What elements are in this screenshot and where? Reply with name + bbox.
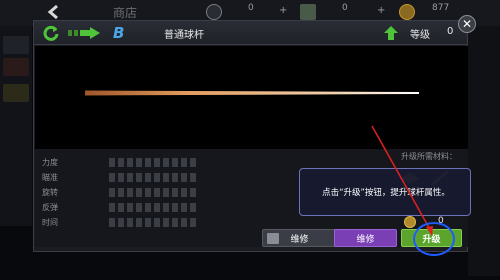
materials-label: 升级所需材料： [401,152,457,161]
background-tab [3,58,29,76]
stat-row-time: 时间 [35,216,335,230]
cue-upgrade-dialog: B 普通球杆 等级 0 力度 瞄准 旋转 反弹 时间 升级所需材料： [33,20,468,252]
back-arrow-icon[interactable] [46,4,62,20]
background-side-panel [0,26,32,226]
level-label: 等级 [410,30,430,41]
add-cash-button[interactable]: + [377,5,385,16]
coupon-count: 0 [248,3,254,13]
stat-row-bounce: 反弹 [35,201,335,215]
background-side-panel-right [468,26,500,276]
cash-icon [300,4,316,20]
stat-label: 力度 [42,158,58,167]
level-value: 0 [447,26,454,37]
repair-button-label: 维修 [290,234,309,245]
rank-b-icon: B [113,24,125,42]
stat-label: 旋转 [42,188,58,197]
gold-coin-icon [399,4,415,20]
stat-bars [109,158,196,167]
progress-arrow-icon [68,27,100,39]
stat-row-power: 力度 [35,156,335,170]
stat-label: 反弹 [42,203,58,212]
stat-row-aim: 瞄准 [35,171,335,185]
close-button[interactable]: ✕ [458,15,476,33]
tooltip-text: 点击“升级”按钮，提升球杆属性。 [322,188,450,198]
stat-bars [109,218,196,227]
repair-icon [267,233,279,244]
add-coupon-button[interactable]: + [279,5,287,16]
upgrade-cost-coin-icon [404,216,416,228]
gold-count: 877 [432,3,450,13]
level-up-arrow-icon [384,26,398,40]
stat-bars [109,173,196,182]
background-tab [3,36,29,54]
stat-bars [109,188,196,197]
repair-button[interactable]: 维修 [262,229,337,247]
dialog-header: B 普通球杆 等级 0 [34,21,467,45]
repair-purple-button-label: 维修 [356,234,375,245]
tutorial-tooltip: 点击“升级”按钮，提升球杆属性。 [299,168,471,216]
repair-purple-button[interactable]: 维修 [334,229,397,247]
cash-count: 0 [342,3,348,13]
stat-label: 时间 [42,218,58,227]
cue-preview [35,46,468,149]
upgrade-highlight-circle [413,222,455,256]
shop-title: 商店 [113,6,138,20]
cue-name: 普通球杆 [164,30,204,41]
refresh-icon[interactable] [43,25,59,41]
coupon-icon [206,4,222,20]
cue-stick-image [85,90,419,96]
background-tab [3,84,29,102]
stat-label: 瞄准 [42,173,58,182]
stat-row-spin: 旋转 [35,186,335,200]
stat-bars [109,203,196,212]
